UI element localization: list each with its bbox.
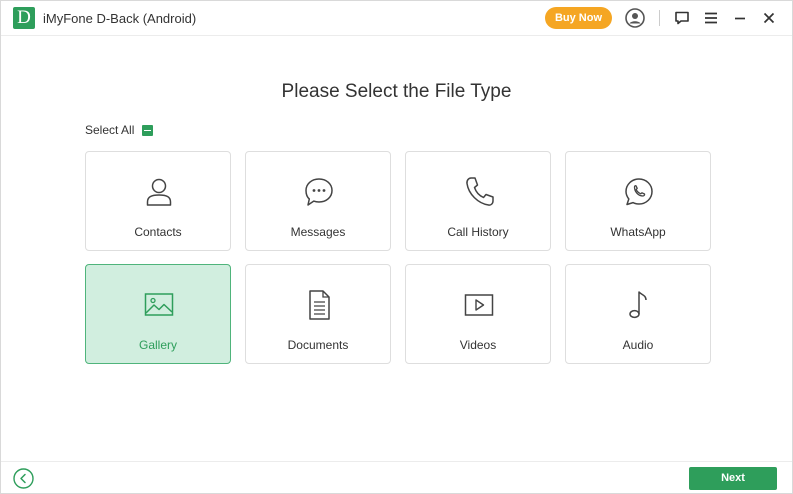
tile-label: Call History [447,225,509,239]
partial-checkbox-icon[interactable] [142,124,154,136]
image-icon [144,293,174,316]
app-logo: D [13,7,35,29]
page-title: Please Select the File Type [281,81,512,102]
app-title: iMyFone D-Back (Android) [43,11,197,26]
file-type-tile-contacts[interactable]: Contacts [85,151,231,251]
music-note-icon [629,291,647,319]
select-all-label: Select All [85,123,135,137]
feedback-icon[interactable] [673,9,691,27]
file-type-tile-videos[interactable]: Videos [405,264,551,364]
title-bar: D iMyFone D-Back (Android) Buy Now [1,1,792,36]
close-icon[interactable] [760,9,778,27]
tile-label: Contacts [134,225,182,239]
file-type-tile-gallery[interactable]: Gallery [85,264,231,364]
file-type-tile-documents[interactable]: Documents [245,264,391,364]
video-play-icon [464,294,494,316]
document-icon [309,290,330,320]
tile-label: Documents [287,338,349,352]
account-avatar-icon[interactable] [625,8,645,28]
file-type-tile-call-history[interactable]: Call History [405,151,551,251]
minimize-icon[interactable] [731,9,749,27]
title-bar-divider [659,10,660,26]
next-button[interactable]: Next [689,467,777,490]
file-type-tile-messages[interactable]: Messages [245,151,391,251]
file-type-tile-whatsapp[interactable]: WhatsApp [565,151,711,251]
menu-icon[interactable] [702,9,720,27]
tile-label: Messages [290,225,346,239]
person-icon [146,178,172,206]
tile-label: Videos [459,338,497,352]
chat-bubble-icon [305,178,333,206]
tile-label: WhatsApp [610,225,666,239]
file-type-tile-audio[interactable]: Audio [565,264,711,364]
app-window: D iMyFone D-Back (Android) Buy Now Pleas… [0,0,793,494]
tile-label: Gallery [138,338,177,352]
phone-icon [466,177,494,206]
footer-bar: Next [1,461,792,494]
whatsapp-icon [625,178,653,206]
select-all-toggle[interactable]: Select All [85,123,154,137]
back-arrow-icon[interactable] [13,468,34,489]
tile-label: Audio [622,338,654,352]
buy-now-button[interactable]: Buy Now [545,7,612,29]
